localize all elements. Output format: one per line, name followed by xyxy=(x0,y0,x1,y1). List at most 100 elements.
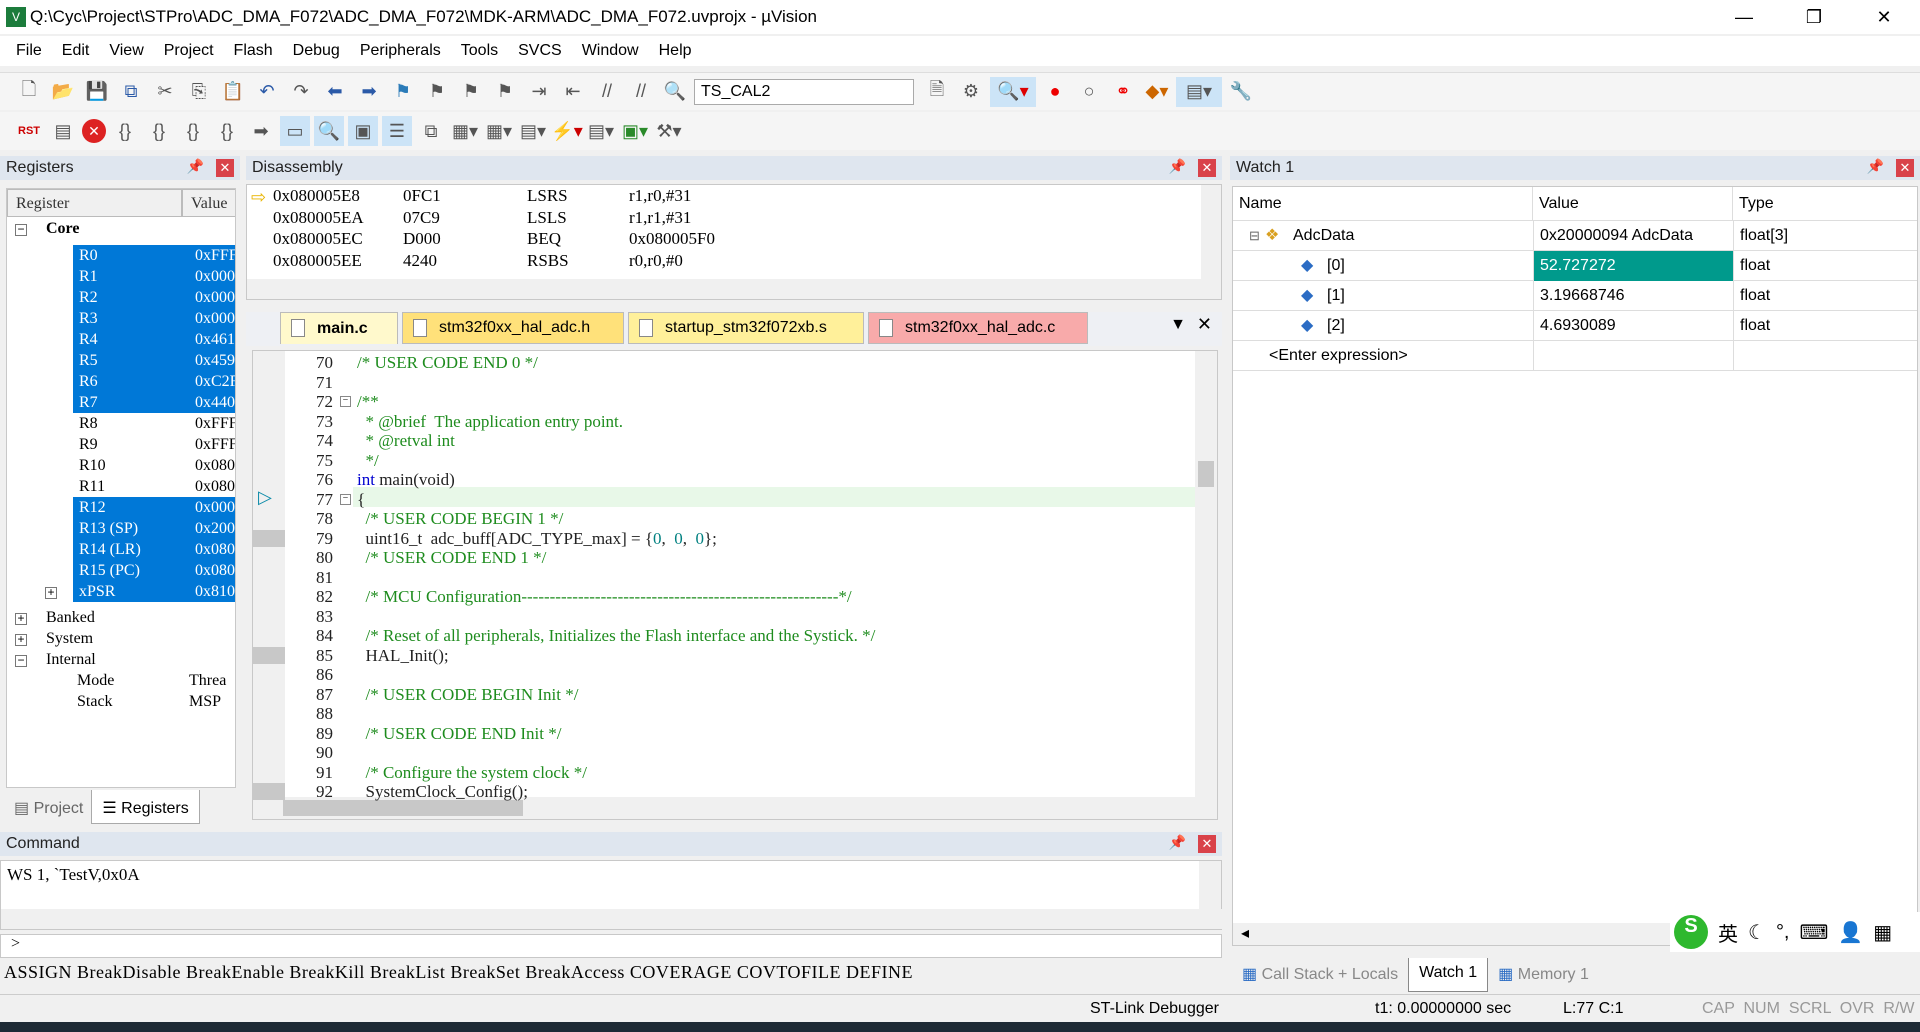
expand-icon[interactable]: + xyxy=(15,633,27,646)
open-icon[interactable]: 📂 xyxy=(48,77,78,107)
disable-breakpoint-icon[interactable]: ○ xyxy=(1074,77,1104,107)
register-row[interactable]: R5 0x459 xyxy=(73,350,235,371)
watch-row[interactable]: ◆ [0] 52.727272 float xyxy=(1233,251,1917,281)
watch-value[interactable]: 4.6930089 xyxy=(1533,311,1733,341)
menu-edit[interactable]: Edit xyxy=(52,42,100,60)
group-core[interactable]: Core xyxy=(46,220,79,238)
register-row[interactable]: R15 (PC) 0x080 xyxy=(73,560,235,581)
register-row[interactable]: R4 0x461 xyxy=(73,329,235,350)
tab-registers[interactable]: ☰ Registers xyxy=(91,790,200,824)
watch-row[interactable]: ⊟ ❖ AdcData 0x20000094 AdcData float[3] xyxy=(1233,221,1917,251)
menu-flash[interactable]: Flash xyxy=(224,42,283,60)
find-in-files-icon[interactable]: 🔍 xyxy=(660,77,690,107)
step-out-icon[interactable]: {} xyxy=(178,116,208,146)
tab-project[interactable]: ▤ Project xyxy=(6,790,91,824)
redo-icon[interactable]: ↷ xyxy=(286,77,316,107)
tab-call-stack-locals[interactable]: ▦ Call Stack + Locals xyxy=(1232,958,1408,992)
horizontal-scrollbar[interactable] xyxy=(247,279,1221,299)
disassembly-row[interactable]: 0x080005E8 0FC1 LSRS r1,r0,#31 xyxy=(273,186,1173,207)
symbols-window-icon[interactable]: ▣ xyxy=(348,116,378,146)
kill-breakpoints-icon[interactable]: ⚭ xyxy=(1108,77,1138,107)
enter-expression[interactable]: <Enter expression> xyxy=(1263,341,1408,371)
punctuation-icon[interactable]: °, xyxy=(1776,921,1790,944)
keyboard-icon[interactable]: ⌨ xyxy=(1800,920,1829,945)
watch-row[interactable]: ◆ [1] 3.19668746 float xyxy=(1233,281,1917,311)
register-row[interactable]: R0 0xFFF xyxy=(73,245,235,266)
close-icon[interactable]: ✕ xyxy=(1896,159,1914,177)
collapse-icon[interactable]: − xyxy=(15,223,27,236)
menu-help[interactable]: Help xyxy=(649,42,702,60)
memory-window-icon[interactable]: ▦▾ xyxy=(484,116,514,146)
tab-main-c[interactable]: main.c xyxy=(280,312,398,344)
copy-icon[interactable]: ⎘ xyxy=(184,77,214,107)
breakpoint-icon[interactable]: ● xyxy=(1040,77,1070,107)
tab-stm32f0xx-hal-adc-c[interactable]: stm32f0xx_hal_adc.c xyxy=(868,312,1088,344)
column-value[interactable]: Value xyxy=(1533,187,1733,221)
pin-icon[interactable]: 📌 xyxy=(1169,158,1186,175)
trace-window-icon[interactable]: ▤▾ xyxy=(586,116,616,146)
disassembly-row[interactable]: 0x080005EC D000 BEQ 0x080005F0 xyxy=(273,229,1173,250)
call-stack-window-icon[interactable]: ⧉ xyxy=(416,116,446,146)
register-row[interactable]: R12 0x000 xyxy=(73,497,235,518)
register-row[interactable]: R14 (LR) 0x080 xyxy=(73,539,235,560)
bookmark-prev-icon[interactable]: ⚑ xyxy=(422,77,452,107)
menu-view[interactable]: View xyxy=(99,42,153,60)
close-tab-icon[interactable]: ✕ xyxy=(1197,314,1212,335)
disassembly-row[interactable]: 0x080005EE 4240 RSBS r0,r0,#0 xyxy=(273,251,1173,272)
watch-row[interactable]: ◆ [2] 4.6930089 float xyxy=(1233,311,1917,341)
incremental-find-icon[interactable]: ⚙ xyxy=(956,77,986,107)
register-row[interactable]: xPSR 0x810 xyxy=(73,581,235,602)
close-icon[interactable]: ✕ xyxy=(216,159,234,177)
nav-forward-icon[interactable]: ➡ xyxy=(354,77,384,107)
toolbox-icon[interactable]: ⚒▾ xyxy=(654,116,684,146)
close-icon[interactable]: ✕ xyxy=(1198,159,1216,177)
code-editor[interactable]: ▷ 70/* USER CODE END 0 */71 72/** −73 * @b… xyxy=(252,350,1218,820)
fold-icon[interactable]: − xyxy=(340,396,351,407)
bookmark-clear-icon[interactable]: ⚑ xyxy=(490,77,520,107)
save-all-icon[interactable]: ⧉ xyxy=(116,77,146,107)
pin-icon[interactable]: 📌 xyxy=(187,158,204,175)
ime-language-toggle[interactable]: 英 xyxy=(1718,918,1738,947)
command-window-icon[interactable]: ▭ xyxy=(280,116,310,146)
pin-icon[interactable]: 📌 xyxy=(1169,834,1186,851)
configure-icon[interactable]: 🔧 xyxy=(1226,77,1256,107)
group-internal[interactable]: Internal xyxy=(46,651,96,669)
expand-icon[interactable]: + xyxy=(15,612,27,625)
new-file-icon[interactable]: 🗋 xyxy=(14,77,44,107)
column-value[interactable]: Value xyxy=(182,189,235,217)
menu-debug[interactable]: Debug xyxy=(283,42,350,60)
indent-icon[interactable]: ⇥ xyxy=(524,77,554,107)
horizontal-scrollbar[interactable] xyxy=(1,909,1223,929)
pin-icon[interactable]: 📌 xyxy=(1867,158,1884,175)
user-icon[interactable]: 👤 xyxy=(1838,920,1863,945)
bookmark-icon[interactable]: ⚑ xyxy=(388,77,418,107)
serial-window-icon[interactable]: ▤▾ xyxy=(518,116,548,146)
register-row[interactable]: R2 0x000 xyxy=(73,287,235,308)
fold-icon[interactable]: − xyxy=(340,493,351,505)
reset-icon[interactable]: RST xyxy=(14,116,44,146)
undo-icon[interactable]: ↶ xyxy=(252,77,282,107)
nav-back-icon[interactable]: ⬅ xyxy=(320,77,350,107)
menu-file[interactable]: File xyxy=(6,42,52,60)
vertical-scrollbar[interactable] xyxy=(1199,861,1221,911)
tab-memory-1[interactable]: ▦ Memory 1 xyxy=(1488,958,1599,992)
vertical-scrollbar[interactable] xyxy=(1195,351,1217,801)
grid-icon[interactable]: ▦ xyxy=(1873,920,1892,945)
paste-icon[interactable]: 📋 xyxy=(218,77,248,107)
collapse-icon[interactable]: − xyxy=(15,654,27,667)
bookmark-next-icon[interactable]: ⚑ xyxy=(456,77,486,107)
column-type[interactable]: Type xyxy=(1733,187,1917,221)
disassembly-row[interactable]: 0x080005EA 07C9 LSLS r1,r1,#31 xyxy=(273,208,1173,229)
comment-icon[interactable]: // xyxy=(592,77,622,107)
close-icon[interactable]: ✕ xyxy=(1198,835,1216,853)
column-name[interactable]: Name xyxy=(1233,187,1533,221)
group-system[interactable]: System xyxy=(46,630,93,648)
register-row[interactable]: R3 0x000 xyxy=(73,308,235,329)
debug-session-icon[interactable]: 🔍▾ xyxy=(990,76,1036,107)
uncomment-icon[interactable]: // xyxy=(626,77,656,107)
stop-icon[interactable]: ✕ xyxy=(82,119,106,143)
enter-expression-row[interactable]: <Enter expression> xyxy=(1233,341,1917,371)
run-icon[interactable]: ▤ xyxy=(48,116,78,146)
tab-watch-1[interactable]: Watch 1 xyxy=(1408,958,1489,992)
menu-peripherals[interactable]: Peripherals xyxy=(350,42,451,60)
